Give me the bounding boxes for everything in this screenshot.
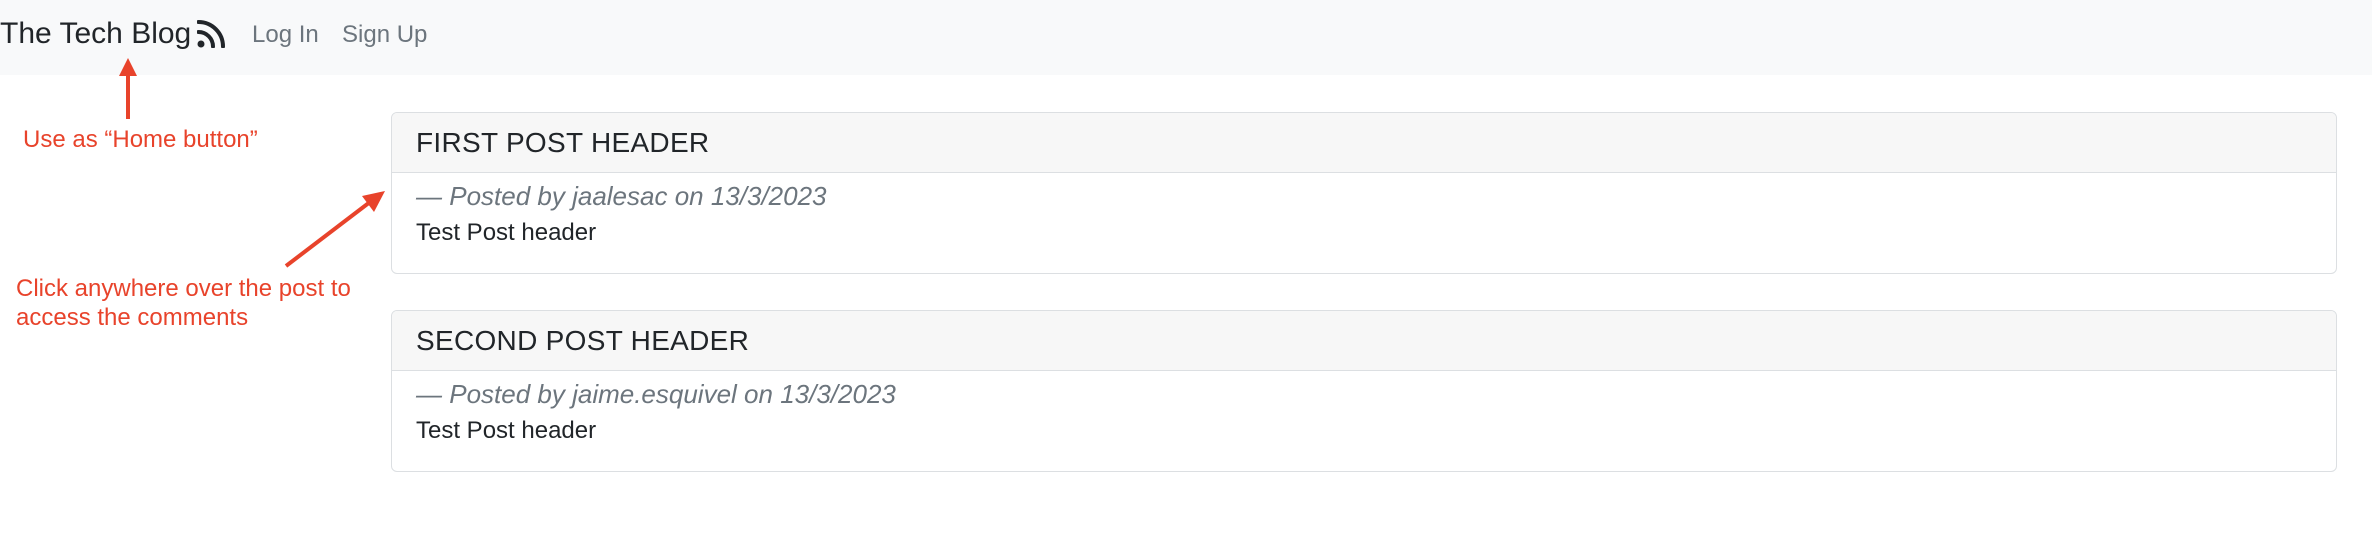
brand-label: The Tech Blog — [0, 17, 192, 50]
click-post-annotation-line-2: access the comments — [16, 304, 249, 331]
rss-icon — [197, 20, 226, 48]
post-card[interactable]: FIRST POST HEADER — Posted by jaalesac o… — [391, 112, 2337, 274]
signup-link[interactable]: Sign Up — [342, 19, 427, 51]
post-body: Test Post header — [416, 417, 597, 444]
post-meta: — Posted by jaime.esquivel on 13/3/2023 — [416, 379, 896, 409]
navbar: The Tech Blog Log In Sign Up — [0, 0, 2372, 75]
post-body: Test Post header — [416, 219, 597, 246]
home-button-annotation: Use as “Home button” — [23, 126, 258, 153]
post-card-body: — Posted by jaime.esquivel on 13/3/2023 … — [392, 371, 2336, 448]
post-card-header: SECOND POST HEADER — [392, 311, 2336, 371]
post-arrowhead — [362, 191, 385, 212]
post-card-body: — Posted by jaalesac on 13/3/2023 Test P… — [392, 173, 2336, 250]
post-title: FIRST POST HEADER — [416, 126, 710, 158]
home-brand-link[interactable]: The Tech Blog — [0, 14, 226, 54]
click-post-annotation-line-1: Click anywhere over the post to — [16, 275, 351, 302]
post-card-header: FIRST POST HEADER — [392, 113, 2336, 173]
click-post-annotation: Click anywhere over the post to access t… — [16, 274, 351, 332]
post-arrow — [284, 200, 372, 268]
post-meta: — Posted by jaalesac on 13/3/2023 — [416, 181, 827, 211]
post-title: SECOND POST HEADER — [416, 324, 750, 356]
login-link[interactable]: Log In — [252, 19, 319, 51]
post-card[interactable]: SECOND POST HEADER — Posted by jaime.esq… — [391, 310, 2337, 472]
